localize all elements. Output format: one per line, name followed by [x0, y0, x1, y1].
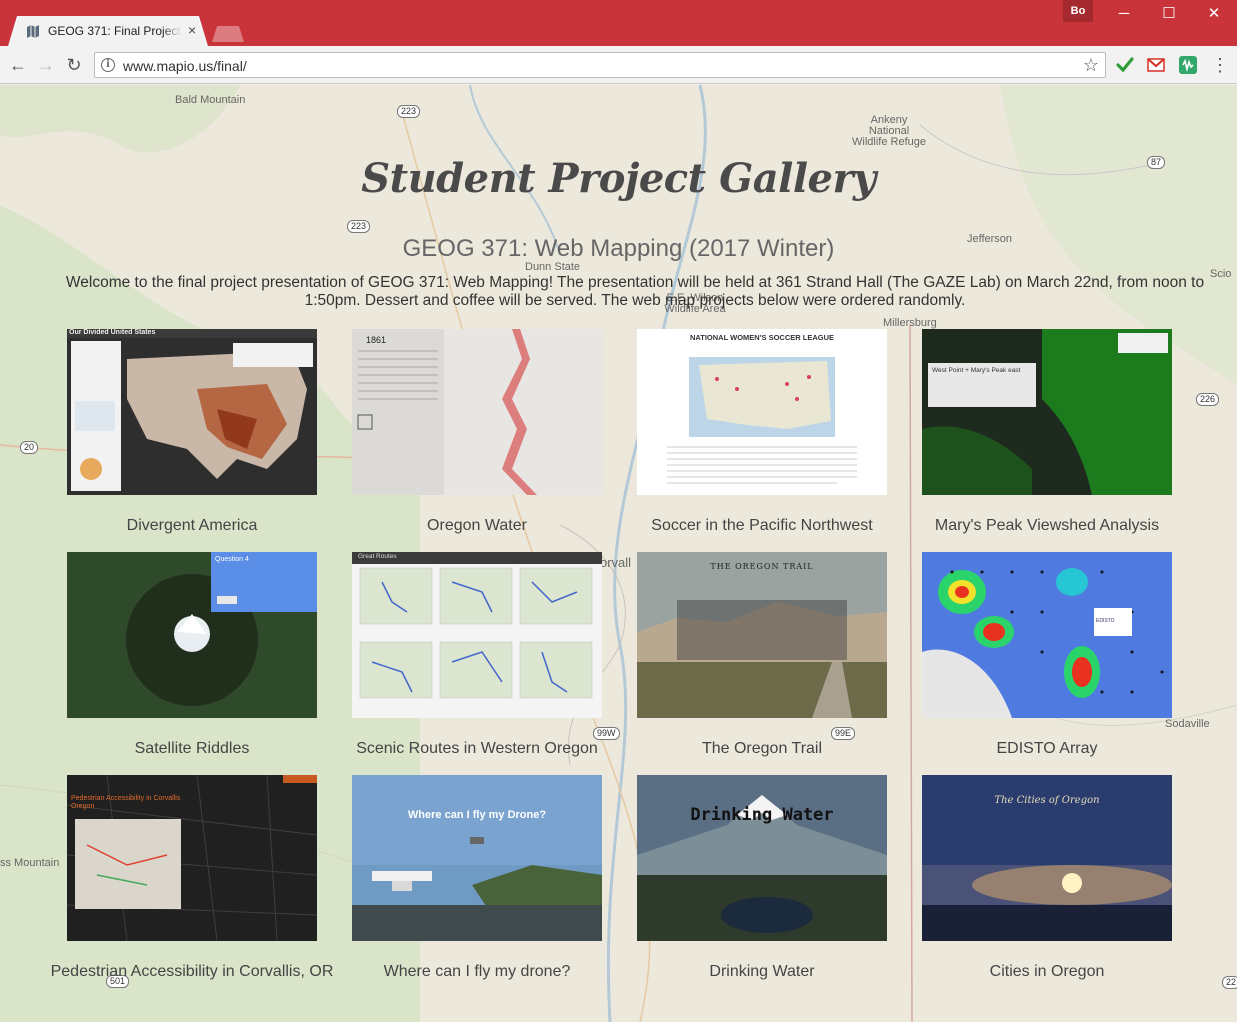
back-arrow-icon[interactable]: ←	[6, 53, 30, 77]
thumbnail-heading: 1861	[366, 335, 387, 345]
road-shield: 99W	[593, 727, 620, 740]
map-label: Sodaville	[1165, 718, 1210, 730]
thumbnail-heading: NATIONAL WOMEN'S SOCCER LEAGUE	[689, 333, 834, 342]
project-caption[interactable]: Pedestrian Accessibility in Corvallis, O…	[47, 963, 337, 980]
project-caption[interactable]: Drinking Water	[617, 963, 907, 980]
forward-arrow-icon[interactable]: →	[34, 53, 58, 77]
browser-titlebar: GEOG 371: Final Project P × Bo ─ ☐ ✕	[0, 0, 1237, 46]
project-thumbnail[interactable]: NATIONAL WOMEN'S SOCCER LEAGUE	[637, 329, 887, 495]
thumbnail-heading: Question 4	[215, 556, 249, 563]
close-icon[interactable]: ✕	[1200, 4, 1228, 24]
web-page: Bald Mountain Ankeny National Wildlife R…	[0, 85, 1237, 1022]
project-thumbnail[interactable]: Question 4	[67, 552, 317, 718]
thumbnail-heading: Great Routes	[358, 553, 397, 560]
road-shield: 226	[1196, 393, 1220, 406]
reload-icon[interactable]: ↻	[62, 53, 86, 77]
project-thumbnail[interactable]: Drinking Water	[637, 775, 887, 941]
project-caption[interactable]: Satellite Riddles	[47, 740, 337, 757]
menu-icon[interactable]: ⋮	[1208, 53, 1232, 77]
road-shield: 223	[347, 220, 371, 233]
thumbnail-heading: Where can I fly my Drone?	[407, 809, 547, 821]
map-label: Bald Mountain	[175, 94, 246, 106]
thumbnail-heading: West Point + Mary's Peak east	[932, 367, 1021, 374]
project-thumbnail[interactable]: Where can I fly my Drone?	[352, 775, 602, 941]
minimize-icon[interactable]: ─	[1110, 4, 1138, 24]
gmail-icon[interactable]	[1147, 56, 1165, 74]
project-caption[interactable]: EDISTO Array	[902, 740, 1192, 757]
thumbnail-heading: The Cities of Oregon	[994, 795, 1100, 806]
project-caption[interactable]: Soccer in the Pacific Northwest	[617, 517, 907, 534]
road-shield: 20	[20, 441, 39, 454]
page-title: Student Project Gallery	[361, 155, 876, 202]
project-thumbnail[interactable]: Our Divided United States	[67, 329, 317, 495]
road-shield: 99E	[831, 727, 856, 740]
project-caption[interactable]: Cities in Oregon	[902, 963, 1192, 980]
page-subtitle: GEOG 371: Web Mapping (2017 Winter)	[402, 235, 835, 262]
project-thumbnail[interactable]: Great Routes	[352, 552, 602, 718]
thumbnail-heading: THE OREGON TRAIL	[710, 562, 814, 571]
thumbnail-heading: Our Divided United States	[69, 329, 156, 336]
map-label: Millersburg	[883, 317, 937, 329]
project-caption[interactable]: Mary's Peak Viewshed Analysis	[902, 517, 1192, 534]
project-caption[interactable]: The Oregon Trail	[617, 740, 907, 757]
thumbnail-heading: EDISTO	[1096, 618, 1115, 624]
checkmark-icon[interactable]	[1116, 56, 1134, 74]
road-shield: 22	[1222, 976, 1237, 989]
project-thumbnail[interactable]: The Cities of Oregon	[922, 775, 1172, 941]
map-label: Scio	[1210, 268, 1232, 280]
welcome-text: Welcome to the final project presentatio…	[65, 274, 1205, 309]
tab-close-icon[interactable]: ×	[188, 22, 196, 38]
info-icon[interactable]: i	[101, 58, 115, 72]
browser-toolbar: ← → ↻ i www.mapio.us/final/ ☆ ⋮	[0, 46, 1237, 84]
project-caption[interactable]: Where can I fly my drone?	[332, 963, 622, 980]
project-caption[interactable]: Scenic Routes in Western Oregon	[332, 740, 622, 757]
map-icon	[27, 25, 39, 38]
map-label: Ankeny National Wildlife Refuge	[852, 114, 926, 148]
profile-button[interactable]: Bo	[1063, 0, 1093, 22]
project-caption[interactable]: Oregon Water	[332, 517, 622, 534]
new-tab-button[interactable]	[212, 26, 244, 42]
project-caption[interactable]: Divergent America	[47, 517, 337, 534]
project-thumbnail[interactable]: West Point + Mary's Peak east	[922, 329, 1172, 495]
maximize-icon[interactable]: ☐	[1155, 4, 1183, 24]
browser-tab-active[interactable]: GEOG 371: Final Project P ×	[8, 16, 208, 46]
project-thumbnail[interactable]: Pedestrian Accessibility in Corvallis Or…	[67, 775, 317, 941]
extension-icon[interactable]	[1179, 56, 1197, 74]
address-bar[interactable]: i www.mapio.us/final/ ☆	[94, 52, 1106, 78]
project-thumbnail[interactable]: 1861	[352, 329, 602, 495]
road-shield: 223	[397, 105, 421, 118]
map-label: ss Mountain	[0, 857, 60, 869]
project-thumbnail[interactable]: EDISTO	[922, 552, 1172, 718]
thumbnail-heading: Pedestrian Accessibility in Corvallis Or…	[71, 795, 181, 810]
project-thumbnail[interactable]: THE OREGON TRAIL	[637, 552, 887, 718]
map-label: orvall	[600, 555, 632, 570]
bookmark-star-icon[interactable]: ☆	[1083, 55, 1099, 76]
tab-title: GEOG 371: Final Project P	[48, 24, 182, 38]
url-text[interactable]: www.mapio.us/final/	[123, 58, 247, 74]
thumbnail-heading: Drinking Water	[690, 805, 834, 825]
